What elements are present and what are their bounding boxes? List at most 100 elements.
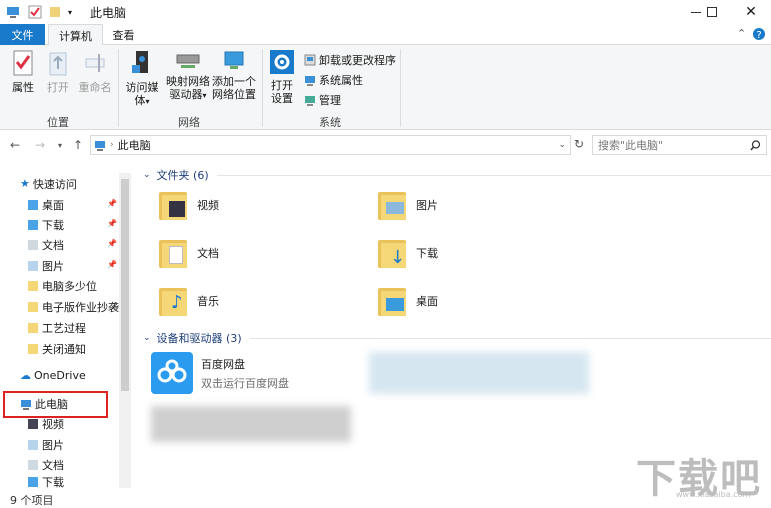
devices-section-header[interactable]: ⌄ 设备和驱动器 (3) (137, 329, 771, 347)
watermark-url: www.xiazaiba.com (676, 490, 751, 499)
nav-item-folder[interactable]: 关闭通知 (28, 339, 86, 358)
nav-subitem-documents[interactable]: 文档 (28, 455, 64, 474)
group-divider (400, 49, 401, 127)
pin-icon[interactable]: 📌 (107, 199, 117, 208)
ribbon-tabs: 文件 计算机 查看 ⌃ ? (0, 24, 771, 46)
folder-icon (28, 343, 38, 354)
close-button[interactable]: ✕ (735, 0, 767, 24)
cloud-icon: ☁ (20, 369, 31, 382)
download-folder-icon (28, 219, 38, 230)
open-icon (49, 52, 67, 76)
window-title: 此电脑 (90, 6, 127, 20)
rename-button[interactable]: 重命名 (77, 49, 113, 94)
scrollbar-thumb[interactable] (121, 179, 129, 391)
system-properties-button[interactable]: 系统属性 (304, 72, 363, 88)
nav-onedrive[interactable]: ☁ OneDrive (20, 366, 86, 385)
new-folder-icon[interactable] (48, 5, 62, 19)
nav-item-documents[interactable]: 文档 (28, 235, 64, 254)
folder-pictures[interactable]: 图片 (378, 190, 438, 220)
nav-subitem-downloads[interactable]: 下载 (28, 475, 64, 488)
media-server-icon (132, 51, 148, 73)
folder-documents[interactable]: 文档 (159, 238, 219, 268)
group-divider (262, 49, 263, 127)
download-folder-icon (28, 476, 38, 487)
documents-folder-icon (159, 238, 187, 268)
nav-item-folder[interactable]: 工艺过程 (28, 318, 86, 337)
tab-file[interactable]: 文件 (0, 24, 45, 45)
tab-view[interactable]: 查看 (106, 24, 141, 45)
folder-videos[interactable]: 视频 (159, 190, 219, 220)
pc-icon (95, 141, 105, 151)
baidu-netdisk-item[interactable]: 百度网盘 双击运行百度网盘 (151, 352, 289, 394)
manage-button[interactable]: 管理 (304, 92, 341, 108)
breadcrumb[interactable]: 此电脑 (118, 137, 151, 153)
pin-icon[interactable]: 📌 (107, 219, 117, 228)
add-network-location-button[interactable]: 添加一个 网络位置 (212, 49, 256, 101)
title-bar: ▾ 此电脑 ✕ (0, 0, 771, 24)
nav-item-pictures[interactable]: 图片 (28, 256, 64, 275)
uninstall-program-button[interactable]: 卸载或更改程序 (304, 52, 396, 68)
folder-icon (28, 301, 38, 312)
network-drive-icon (176, 54, 200, 68)
refresh-icon[interactable]: ↻ (574, 137, 584, 151)
svg-text:?: ? (756, 30, 761, 41)
documents-folder-icon (28, 459, 38, 470)
breadcrumb-chevron-icon[interactable]: › (110, 140, 114, 150)
properties-check-icon[interactable] (28, 5, 42, 19)
status-item-count: 9 个项目 (10, 494, 54, 507)
open-settings-button[interactable]: 打开 设置 (267, 49, 297, 105)
up-arrow-icon[interactable]: ↑ (73, 138, 83, 152)
search-input[interactable]: 搜索"此电脑" (592, 135, 767, 155)
maximize-button[interactable] (696, 0, 728, 24)
pin-icon[interactable]: 📌 (107, 260, 117, 269)
nav-item-folder[interactable]: 电子版作业抄袭 (28, 297, 119, 316)
nav-scrollbar[interactable] (119, 173, 131, 488)
pin-icon[interactable]: 📌 (107, 239, 117, 248)
manage-icon (305, 96, 315, 106)
folder-desktop[interactable]: 桌面 (378, 286, 438, 316)
forward-arrow-icon[interactable]: → (35, 138, 45, 152)
chevron-up-icon[interactable]: ⌃ (737, 27, 746, 40)
folder-music[interactable]: ♪ 音乐 (159, 286, 219, 316)
tab-computer[interactable]: 计算机 (48, 24, 103, 46)
chevron-down-icon[interactable]: ⌄ (143, 333, 151, 343)
access-media-button[interactable]: 访问媒体▾ (121, 49, 163, 108)
videos-folder-icon (28, 418, 38, 429)
nav-subitem-pictures[interactable]: 图片 (28, 435, 64, 454)
chevron-down-icon[interactable]: ⌄ (143, 170, 151, 180)
address-bar[interactable]: › 此电脑 ⌄ (90, 135, 571, 155)
nav-item-folder[interactable]: 电脑多少位 (28, 276, 97, 295)
computer-icon (7, 7, 19, 18)
uninstall-icon (304, 54, 316, 66)
network-location-icon (224, 51, 244, 69)
rename-icon (85, 54, 105, 72)
highlight-box (3, 391, 108, 418)
nav-item-desktop[interactable]: 桌面 (28, 195, 64, 214)
pictures-folder-icon (378, 190, 406, 220)
address-dropdown-icon[interactable]: ⌄ (558, 140, 566, 150)
quick-access-toolbar: ▾ (6, 4, 72, 20)
recent-dropdown-icon[interactable]: ▾ (58, 141, 62, 150)
open-button[interactable]: 打开 (43, 49, 73, 94)
folder-downloads[interactable]: ↓ 下载 (378, 238, 438, 268)
videos-folder-icon (159, 190, 187, 220)
folder-icon (28, 322, 38, 333)
music-folder-icon: ♪ (159, 286, 187, 316)
properties-button[interactable]: 属性 (8, 49, 38, 94)
group-network-label: 网络 (178, 116, 200, 129)
qa-dropdown-icon[interactable]: ▾ (68, 8, 72, 17)
drive-item-blurred[interactable] (151, 406, 351, 442)
folders-section-header[interactable]: ⌄ 文件夹 (6) (137, 166, 771, 184)
content-pane: ⌄ 文件夹 (6) 视频 图片 文档 ↓ 下载 ♪ 音乐 桌面 ⌄ 设备和驱动器… (137, 166, 771, 488)
drive-item-blurred[interactable] (369, 352, 589, 394)
nav-item-downloads[interactable]: 下载 (28, 215, 64, 234)
documents-folder-icon (28, 239, 38, 250)
properties-icon (13, 50, 33, 76)
star-icon: ★ (20, 177, 30, 190)
navigation-pane: ★ 快速访问 桌面 📌 下载 📌 文档 📌 图片 📌 电脑多少位 电子版作业抄袭… (0, 166, 133, 488)
nav-quick-access[interactable]: ★ 快速访问 (20, 174, 77, 193)
ribbon: 属性 打开 重命名 位置 访问媒体▾ 映射网络 驱动器▾ 添加一个 网络位置 网… (0, 45, 771, 130)
map-drive-button[interactable]: 映射网络 驱动器▾ (166, 49, 210, 102)
help-icon[interactable]: ? (752, 27, 766, 41)
back-arrow-icon[interactable]: ← (10, 138, 20, 152)
